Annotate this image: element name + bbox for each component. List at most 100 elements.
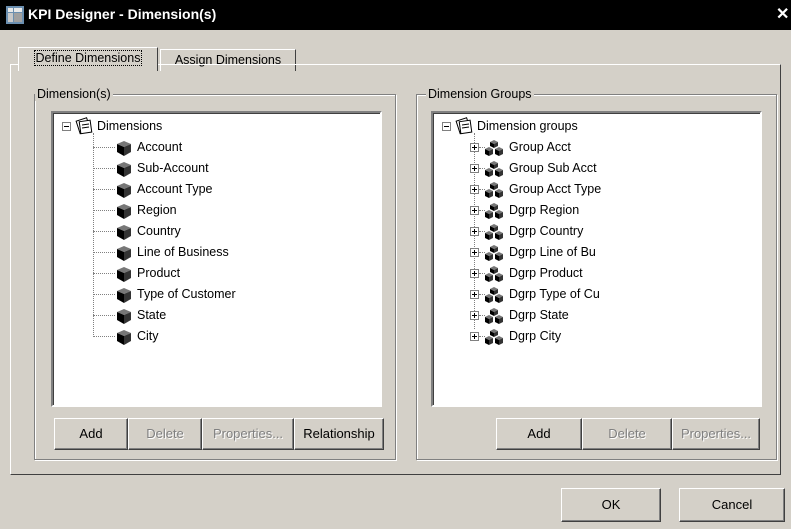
dimension-cube-icon [117,183,131,198]
connector-line [93,315,115,316]
dimension-item[interactable]: State [53,305,380,326]
dimension-item-label: Account [137,140,183,154]
expand-icon[interactable] [470,269,479,278]
dimension-cube-icon [117,267,131,282]
dimension-cube-icon [117,246,131,261]
dimension-group-item-label: Dgrp Type of Cu [509,287,600,301]
database-icon [455,117,473,135]
tab-define-dimensions-label: Define Dimensions [33,50,143,66]
dimension-groups-legend: Dimension Groups [426,87,534,101]
dimension-group-item-label: Group Acct Type [509,182,602,196]
dimension-cube-icon [117,309,131,324]
dimension-cube-icon [117,330,131,345]
expand-icon[interactable] [470,311,479,320]
dimension-cube-icon [117,225,131,240]
dimension-group-icon [485,266,503,282]
dimension-group-item[interactable]: Group Acct Type [433,179,760,200]
dimension-root-label: Dimensions [97,119,163,133]
dimension-cube-icon [117,288,131,303]
dimension-group-item-label: Dgrp Country [509,224,584,238]
dimension-item-label: Line of Business [137,245,229,259]
dimension-group-item-label: Dgrp Line of Bu [509,245,596,259]
dimension-group-root[interactable]: Dimension groups [433,116,760,137]
dimension-item[interactable]: Type of Customer [53,284,380,305]
dimension-item-label: Type of Customer [137,287,236,301]
expand-icon[interactable] [470,143,479,152]
connector-line [93,294,115,295]
dimension-root[interactable]: Dimensions [53,116,380,137]
dimension-item[interactable]: Line of Business [53,242,380,263]
dimension-item-label: State [137,308,167,322]
dimension-item[interactable]: City [53,326,380,347]
connector-line [93,189,115,190]
dimension-groups-tree[interactable]: Dimension groups Group Acct Group Sub Acct… [431,111,762,407]
dimension-group-item[interactable]: Group Sub Acct [433,158,760,179]
connector-line [93,147,115,148]
dimension-group-item[interactable]: Dgrp Type of Cu [433,284,760,305]
groups-properties-button[interactable]: Properties... [672,418,760,450]
groups-delete-button[interactable]: Delete [582,418,672,450]
tab-define-dimensions[interactable]: Define Dimensions [18,47,158,71]
dimension-cube-icon [117,141,131,156]
dimension-cube-icon [117,204,131,219]
database-icon [75,117,93,135]
dimension-group-icon [485,203,503,219]
dimension-group-item[interactable]: Dgrp Country [433,221,760,242]
ok-button[interactable]: OK [561,488,661,522]
dimension-group-item-label: Dgrp City [509,329,562,343]
collapse-icon[interactable] [62,122,71,131]
expand-icon[interactable] [470,227,479,236]
dimension-group-icon [485,287,503,303]
dimension-group-item-label: Dgrp Product [509,266,583,280]
connector-line [93,168,115,169]
connector-line [93,273,115,274]
dimension-item[interactable]: Country [53,221,380,242]
dimensions-properties-button[interactable]: Properties... [202,418,294,450]
dimension-group-icon [485,224,503,240]
connector-line [93,252,115,253]
window-title: KPI Designer - Dimension(s) [28,6,217,22]
dimension-item-label: Product [137,266,181,280]
relationship-button[interactable]: Relationship [294,418,384,450]
dimension-item[interactable]: Account [53,137,380,158]
dimension-item[interactable]: Account Type [53,179,380,200]
dimension-group-item-label: Group Sub Acct [509,161,597,175]
dimension-group-icon [485,245,503,261]
dimension-group-root-label: Dimension groups [477,119,578,133]
groups-add-button[interactable]: Add [496,418,582,450]
dimension-group-item[interactable]: Dgrp State [433,305,760,326]
dimension-group-item[interactable]: Dgrp City [433,326,760,347]
dimension-group-icon [485,182,503,198]
connector-line [93,231,115,232]
connector-line [93,210,115,211]
dimension-group-item[interactable]: Group Acct [433,137,760,158]
cancel-button[interactable]: Cancel [679,488,785,522]
dimension-item[interactable]: Sub-Account [53,158,380,179]
dimensions-add-button[interactable]: Add [54,418,128,450]
dimension-cube-icon [117,162,131,177]
dimension-item-label: City [137,329,159,343]
close-icon[interactable]: ✕ [776,4,791,26]
dimensions-legend: Dimension(s) [35,87,113,101]
dimension-item-label: Country [137,224,181,238]
dimensions-tree[interactable]: Dimensions Account Sub-Account Account Type… [51,111,382,407]
dimension-item[interactable]: Product [53,263,380,284]
dimensions-delete-button[interactable]: Delete [128,418,202,450]
title-bar: KPI Designer - Dimension(s) ✕ [0,0,791,30]
collapse-icon[interactable] [442,122,451,131]
dimension-item[interactable]: Region [53,200,380,221]
expand-icon[interactable] [470,248,479,257]
dimension-group-item[interactable]: Dgrp Line of Bu [433,242,760,263]
dimension-group-item-label: Dgrp Region [509,203,580,217]
expand-icon[interactable] [470,332,479,341]
dimension-item-label: Sub-Account [137,161,209,175]
dimension-group-item[interactable]: Dgrp Product [433,263,760,284]
expand-icon[interactable] [470,185,479,194]
expand-icon[interactable] [470,164,479,173]
expand-icon[interactable] [470,290,479,299]
dimension-group-item[interactable]: Dgrp Region [433,200,760,221]
app-icon [6,6,24,24]
dimension-group-icon [485,140,503,156]
dimension-group-icon [485,308,503,324]
expand-icon[interactable] [470,206,479,215]
